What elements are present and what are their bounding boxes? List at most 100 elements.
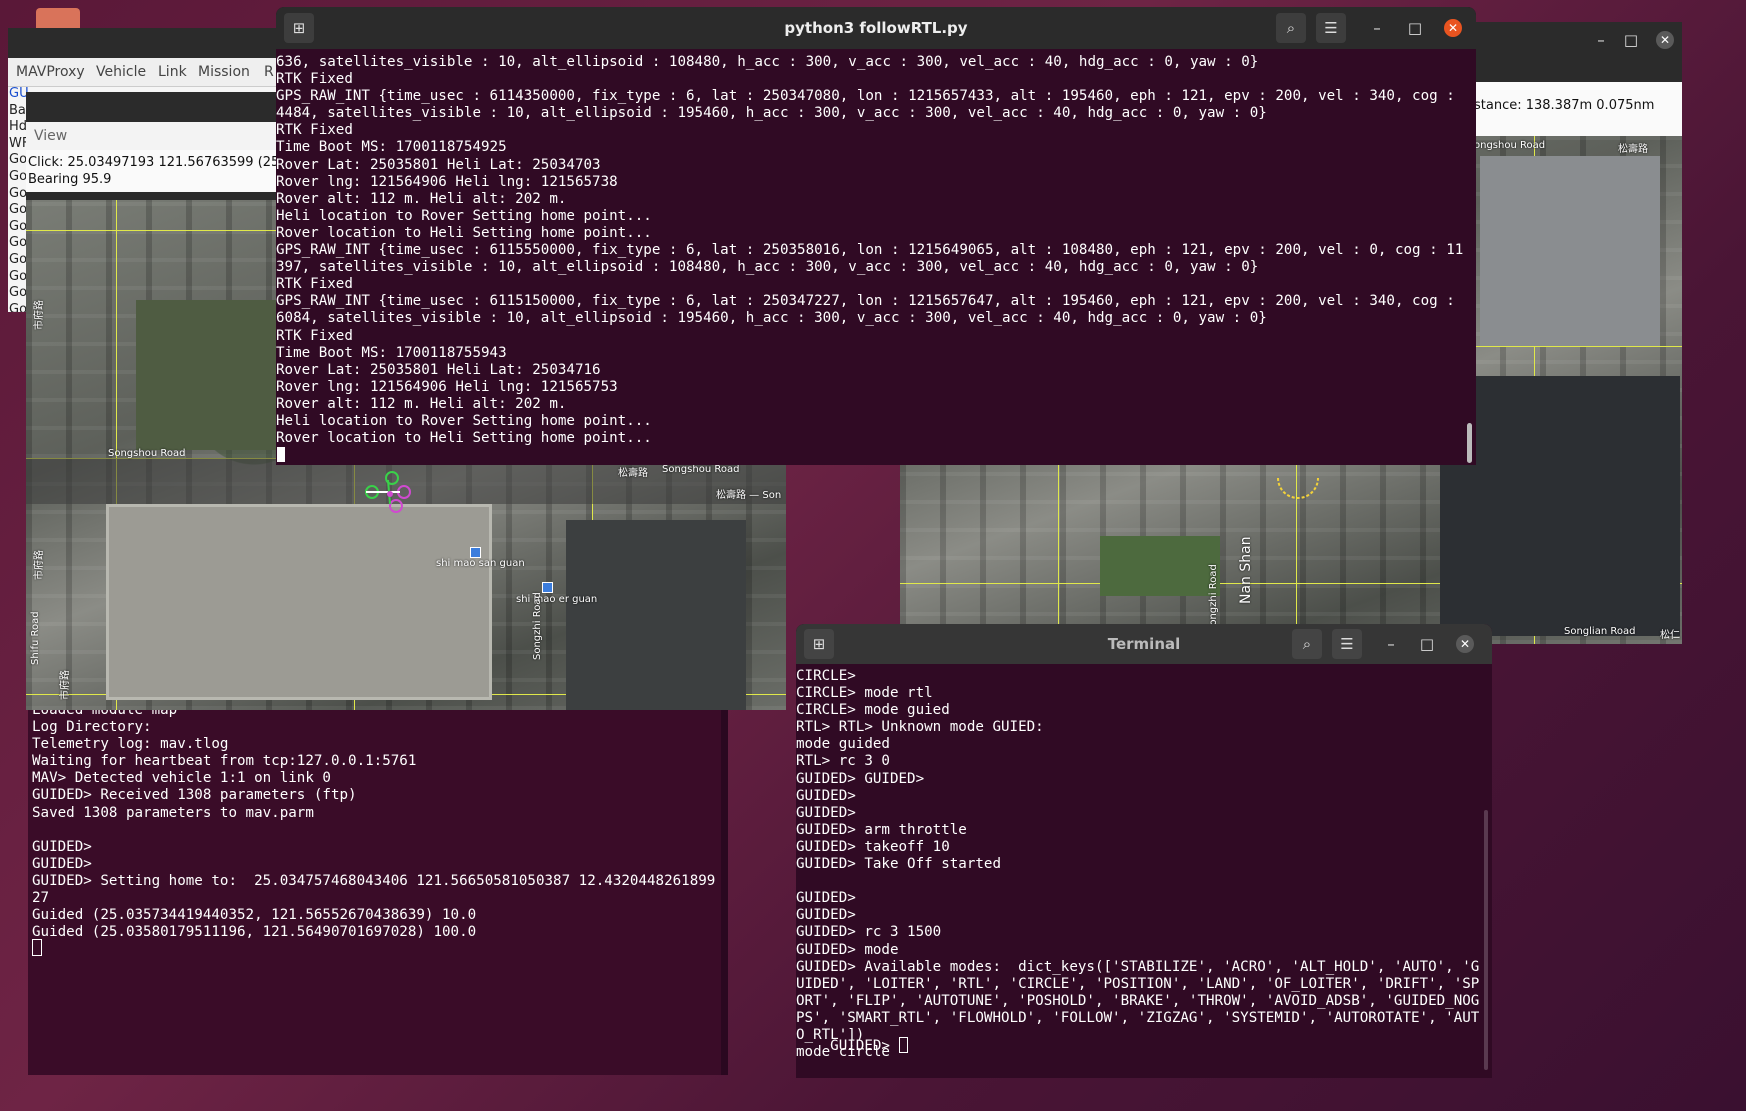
search-icon[interactable]: ⌕ <box>1292 629 1322 659</box>
menu-more[interactable]: R <box>264 64 274 80</box>
terminal-window: ⊞ Terminal ⌕ ☰ – □ ✕ CIRCLE> CIRCLE> mode… <box>796 624 1492 1078</box>
followrtl-titlebar[interactable]: ⊞ python3 followRTL.py ⌕ ☰ – □ ✕ <box>276 7 1476 49</box>
menu-link[interactable]: Link <box>158 64 187 80</box>
followrtl-terminal-window: ⊞ python3 followRTL.py ⌕ ☰ – □ ✕ 636, sa… <box>276 7 1476 465</box>
output-line: Time Boot MS: 1700118755943 <box>276 344 507 361</box>
output-line: RTK Fixed <box>276 71 353 88</box>
status-line: WF <box>9 135 30 151</box>
building-block <box>1480 156 1660 346</box>
console-line: GUIDED> <box>32 855 92 872</box>
search-icon[interactable]: ⌕ <box>1276 13 1306 43</box>
output-line: GUIDED> <box>796 804 856 821</box>
menu-mavproxy[interactable]: MAVProxy <box>16 64 85 80</box>
output-line: Rover location to Heli Setting home poin… <box>276 224 652 241</box>
console-line: GUIDED> Received 1308 parameters (ftp) <box>32 787 357 804</box>
maximize-icon[interactable]: □ <box>1616 25 1646 55</box>
park-block <box>1100 536 1220 596</box>
map-label-road: 松壽路 <box>618 468 648 479</box>
maximize-icon[interactable]: □ <box>1412 629 1442 659</box>
hamburger-menu-icon[interactable]: ☰ <box>1332 629 1362 659</box>
output-line: mode guided <box>796 736 890 753</box>
output-line: Rover lng: 121564906 Heli lng: 121565738 <box>276 173 618 190</box>
minimize-icon[interactable]: – <box>1586 25 1616 55</box>
maximize-icon[interactable]: □ <box>1400 13 1430 43</box>
console-line: Guided (25.035734419440352, 121.56552670… <box>32 907 477 924</box>
terminal-cursor <box>898 1036 908 1053</box>
scrollbar-thumb[interactable] <box>1467 423 1472 463</box>
menu-view[interactable]: View <box>34 128 67 144</box>
minimize-icon[interactable]: – <box>1376 629 1406 659</box>
output-line: GPS_RAW_INT {time_usec : 6115550000, fix… <box>276 242 1464 259</box>
console-line: Guided (25.03580179511196, 121.564907016… <box>32 924 477 941</box>
console-line: GUIDED> Setting home to: 25.034757468043… <box>32 872 716 889</box>
output-line: CIRCLE> mode rtl <box>796 685 933 702</box>
output-line: GUIDED> mode <box>796 941 899 958</box>
output-line: GUIDED> rc 3 1500 <box>796 924 942 941</box>
output-line: UIDED', 'LOITER', 'RTL', 'CIRCLE', 'POSI… <box>796 975 1480 992</box>
close-icon[interactable]: ✕ <box>1456 635 1474 653</box>
building-block <box>566 520 746 710</box>
bearing-info: Bearing 95.9 <box>28 172 112 187</box>
building-block <box>1440 376 1680 636</box>
terminal-titlebar[interactable]: ⊞ Terminal ⌕ ☰ – □ ✕ <box>796 624 1492 664</box>
map-label-road: 松壽路 — Son <box>716 490 782 501</box>
distance-info: stance: 138.387m 0.075nm <box>1474 98 1655 113</box>
map-label-road: ongshou Road <box>1474 140 1546 151</box>
output-line: 6084, satellites_visible : 10, alt_ellip… <box>276 310 1267 327</box>
output-line: Rover Lat: 25035801 Heli Lat: 25034703 <box>276 156 601 173</box>
scrollbar-track[interactable] <box>1484 810 1488 1070</box>
output-line: 397, satellites_visible : 10, alt_ellips… <box>276 259 1259 276</box>
field-block <box>106 504 492 700</box>
poi-bus-icon <box>470 547 481 558</box>
console-line: MAV> Detected vehicle 1:1 on link 0 <box>32 770 331 787</box>
output-line: RTL> rc 3 0 <box>796 753 890 770</box>
desktop-folder-icon[interactable] <box>36 8 80 30</box>
console-line: Telemetry log: mav.tlog <box>32 736 229 753</box>
map-label-road: Shifu Road <box>30 611 41 665</box>
output-line: Rover Lat: 25035801 Heli Lat: 25034716 <box>276 361 601 378</box>
output-line: RTK Fixed <box>276 122 353 139</box>
hamburger-menu-icon[interactable]: ☰ <box>1316 13 1346 43</box>
output-line: GUIDED> GUIDED> <box>796 770 925 787</box>
output-line: RTK Fixed <box>276 327 353 344</box>
status-line: Ba <box>9 102 26 118</box>
status-line: Go <box>9 218 28 234</box>
status-line: Go <box>9 251 28 267</box>
output-line: 636, satellites_visible : 10, alt_ellips… <box>276 54 1259 70</box>
console-line: Log Directory: <box>32 719 152 736</box>
status-line: Go <box>9 285 28 301</box>
console-scrollbar[interactable] <box>721 700 728 1075</box>
status-line: Go <box>9 168 28 184</box>
output-line: 4484, satellites_visible : 10, alt_ellip… <box>276 105 1267 122</box>
terminal-cursor <box>277 447 285 462</box>
minimize-icon[interactable]: – <box>1362 13 1392 43</box>
close-icon[interactable]: ✕ <box>1444 19 1462 37</box>
status-line: Go <box>9 185 28 201</box>
park-block <box>136 300 286 450</box>
console-line: Waiting for heartbeat from tcp:127.0.0.1… <box>32 753 417 770</box>
output-line: GUIDED> <box>796 890 856 907</box>
close-icon[interactable]: ✕ <box>1656 31 1674 49</box>
output-line: Rover location to Heli Setting home poin… <box>276 430 652 447</box>
map-label-poi: shi mao er guan <box>516 594 598 605</box>
output-line: Heli location to Rover Setting home poin… <box>276 207 652 224</box>
mavproxy-status-list: GU Ba Hd WF Go Go Go Go Go Go Go Go Go Go <box>9 86 30 312</box>
console-line: GUIDED> <box>32 838 92 855</box>
menu-mission[interactable]: Mission <box>198 64 250 80</box>
followrtl-output: 636, satellites_visible : 10, alt_ellips… <box>276 54 1463 447</box>
terminal-output: CIRCLE> CIRCLE> mode rtl CIRCLE> mode guie… <box>796 668 1479 1061</box>
output-line: Rover alt: 112 m. Heli alt: 202 m. <box>276 190 567 207</box>
output-line: GUIDED> <box>796 907 856 924</box>
poi-bus-icon <box>542 582 553 593</box>
output-line: GUIDED> Take Off started <box>796 856 1001 873</box>
status-line: Hd <box>9 119 28 135</box>
map-label-road: Songzhi Road <box>532 592 543 660</box>
vehicle-markers-icon[interactable] <box>360 470 420 516</box>
status-line: Go <box>9 301 28 312</box>
terminal-prompt-line[interactable]: GUIDED> <box>796 1020 908 1072</box>
output-line: GPS_RAW_INT {time_usec : 6114350000, fix… <box>276 88 1455 105</box>
status-line: Go <box>9 152 28 168</box>
output-line: Heli location to Rover Setting home poin… <box>276 412 652 429</box>
menu-vehicle[interactable]: Vehicle <box>96 64 146 80</box>
